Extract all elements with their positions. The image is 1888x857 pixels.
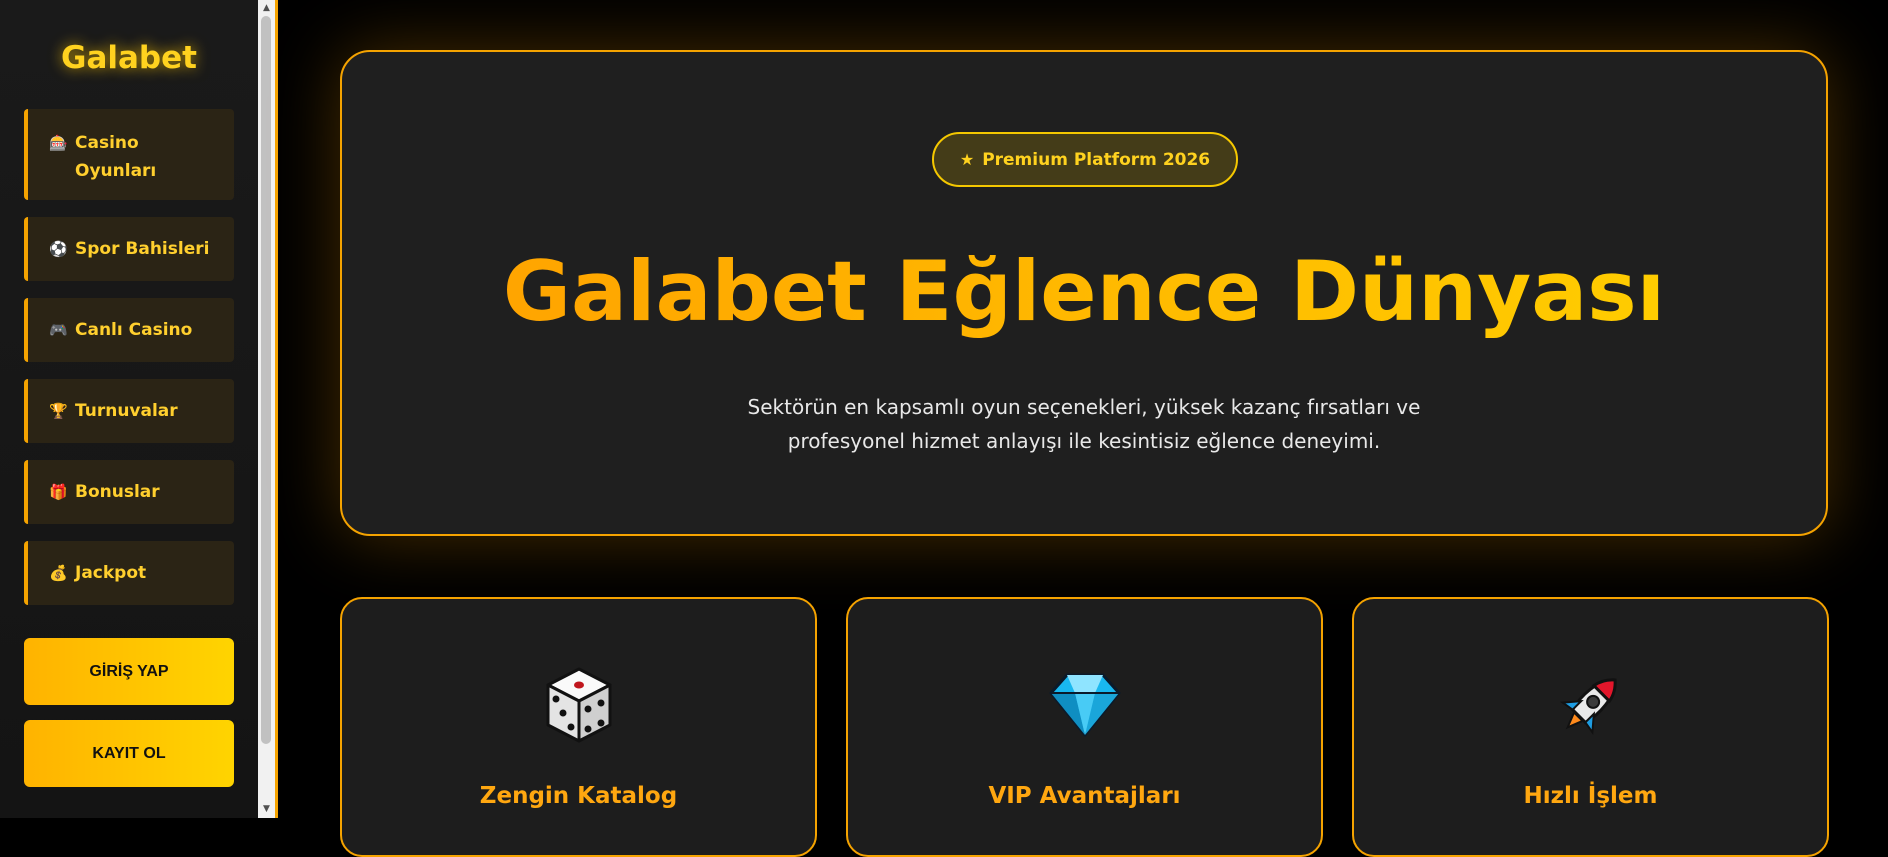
premium-badge: ★ Premium Platform 2026 [932,132,1238,187]
sidebar-item-jackpot[interactable]: 💰 Jackpot [24,541,234,605]
sidebar-item-label: Casino Oyunları [75,133,157,181]
sidebar-item-tournaments[interactable]: 🏆 Turnuvalar [24,379,234,443]
hero-description-line: profesyonel hizmet anlayışı ile kesintis… [787,429,1381,453]
sidebar-nav: 🎰 Casino Oyunları ⚽ Spor Bahisleri 🎮 Can… [24,109,234,605]
sidebar-item-sports-betting[interactable]: ⚽ Spor Bahisleri [24,217,234,281]
soccer-ball-icon: ⚽ [49,240,68,258]
sidebar: Galabet 🎰 Casino Oyunları ⚽ Spor Bahisle… [0,0,258,818]
rocket-icon [1354,667,1827,743]
sidebar-item-label: Turnuvalar [75,401,178,421]
scroll-down-arrow-icon[interactable]: ▼ [258,801,275,818]
login-button[interactable]: GİRİŞ YAP [24,638,234,705]
scroll-thumb[interactable] [261,16,271,744]
slot-machine-icon: 🎰 [49,134,68,152]
trophy-icon: 🏆 [49,402,68,420]
gamepad-icon: 🎮 [49,321,68,339]
sidebar-item-label: Bonuslar [75,482,160,502]
sidebar-item-casino-games[interactable]: 🎰 Casino Oyunları [24,109,234,200]
diamond-icon [848,667,1321,743]
sidebar-item-live-casino[interactable]: 🎮 Canlı Casino [24,298,234,362]
sidebar-item-label: Canlı Casino [75,320,193,340]
hero-panel: ★ Premium Platform 2026 Galabet Eğlence … [340,50,1828,536]
gift-icon: 🎁 [49,483,68,501]
sidebar-divider [275,0,278,818]
feature-card-title: Hızlı İşlem [1523,783,1658,809]
sidebar-scrollbar[interactable]: ▲ ▼ [258,0,275,818]
feature-card-fast[interactable]: Hızlı İşlem [1352,597,1829,857]
sidebar-item-bonuses[interactable]: 🎁 Bonuslar [24,460,234,524]
hero-title: Galabet Eğlence Dünyası [342,242,1826,342]
signup-button[interactable]: KAYIT OL [24,720,234,787]
feature-card-title: VIP Avantajları [988,783,1181,809]
sidebar-item-label: Jackpot [75,563,147,583]
feature-card-title: Zengin Katalog [479,783,678,809]
star-icon: ★ [959,150,975,169]
dice-icon [342,667,815,743]
badge-label: Premium Platform 2026 [982,149,1211,170]
feature-card-vip[interactable]: VIP Avantajları [846,597,1323,857]
sidebar-item-label: Spor Bahisleri [75,239,210,259]
hero-description-line: Sektörün en kapsamlı oyun seçenekleri, y… [747,395,1421,419]
hero-description: Sektörün en kapsamlı oyun seçenekleri, y… [342,390,1826,458]
feature-card-catalog[interactable]: Zengin Katalog [340,597,817,857]
brand-logo[interactable]: Galabet [24,40,234,76]
scroll-up-arrow-icon[interactable]: ▲ [258,0,275,17]
money-bag-icon: 💰 [49,564,68,582]
